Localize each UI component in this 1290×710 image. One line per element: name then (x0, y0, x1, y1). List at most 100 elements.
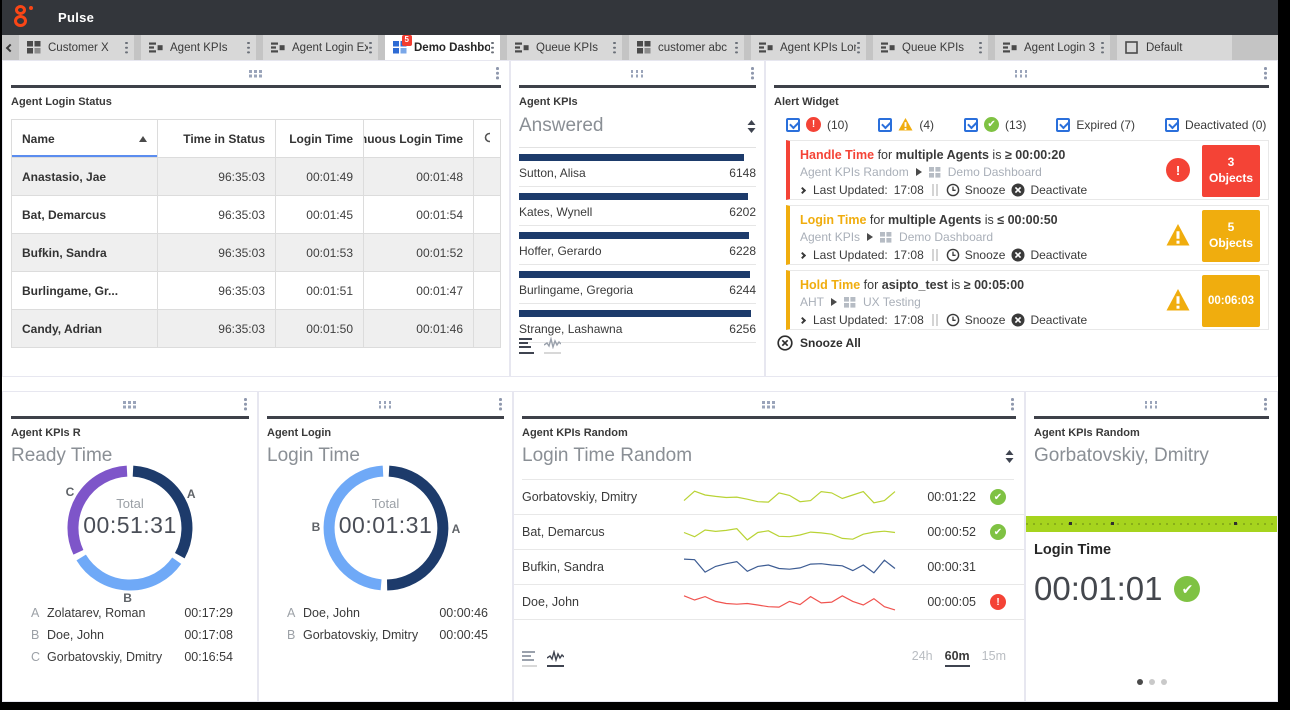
widget-header (3, 61, 509, 85)
tab-default[interactable]: Default (1117, 35, 1232, 60)
checkbox-checked-icon[interactable] (786, 118, 800, 132)
kpi-agent-name: Hoffer, Gerardo (519, 244, 602, 258)
column-header[interactable]: Time in Status (158, 120, 276, 157)
time-range-24h[interactable]: 24h (912, 649, 933, 667)
drag-handle-icon[interactable] (762, 401, 776, 409)
widget-menu-icon[interactable] (498, 397, 503, 411)
table-row[interactable]: Bat, Demarcus96:35:0300:01:4500:01:54 (12, 196, 500, 234)
column-header-name[interactable]: Name (12, 120, 158, 157)
deactivate-button[interactable]: Deactivate (1011, 313, 1087, 327)
alert-filter-ok[interactable]: ✔(13) (964, 117, 1026, 132)
bar-view-icon[interactable] (522, 650, 537, 667)
sort-icon[interactable] (1005, 450, 1014, 463)
widget-menu-icon[interactable] (243, 397, 248, 411)
alert-filter-deactivated-0[interactable]: Deactivated (0) (1165, 118, 1266, 132)
snooze-button[interactable]: Snooze (946, 248, 1006, 262)
tab-menu-icon[interactable] (1100, 41, 1105, 55)
card-value: 00:01:01 (1034, 570, 1162, 608)
page-dot-3[interactable] (1161, 679, 1167, 685)
tab-queue-kpis[interactable]: Queue KPIs (507, 35, 622, 60)
tab-menu-icon[interactable] (490, 41, 495, 55)
page-dot-1[interactable] (1137, 679, 1143, 685)
checkbox-checked-icon[interactable] (964, 118, 978, 132)
expand-chevron-icon[interactable] (799, 251, 806, 258)
drag-handle-icon[interactable] (379, 401, 393, 409)
tab-menu-icon[interactable] (612, 41, 617, 55)
alert-filter-expired-7[interactable]: Expired (7) (1056, 118, 1135, 132)
snooze-button[interactable]: Snooze (946, 313, 1006, 327)
tab-menu-icon[interactable] (734, 41, 739, 55)
time-range-60m[interactable]: 60m (945, 649, 970, 667)
tab-menu-icon[interactable] (368, 41, 373, 55)
column-header[interactable]: Continuous Login Time (364, 120, 474, 157)
column-header[interactable]: Login Time (276, 120, 364, 157)
kpi-bar (519, 271, 750, 278)
widget-menu-icon[interactable] (495, 66, 500, 80)
widget-rule (1034, 416, 1269, 419)
drag-handle-icon[interactable] (631, 70, 645, 78)
bar-view-icon[interactable] (519, 337, 534, 354)
tab-customer-abc[interactable]: customer abc (629, 35, 744, 60)
tab-queue-kpis[interactable]: Queue KPIs (873, 35, 988, 60)
table-row[interactable]: Candy, Adrian96:35:0300:01:5000:01:46 (12, 310, 500, 348)
drag-handle-icon[interactable] (1015, 70, 1029, 78)
warning-icon (1166, 288, 1190, 312)
drag-handle-icon[interactable] (1145, 401, 1159, 409)
critical-icon: ! (990, 594, 1006, 610)
tab-scroll-left-button[interactable] (2, 35, 16, 60)
tab-demo-dashboard[interactable]: 5Demo Dashboard (385, 35, 500, 60)
tab-menu-icon[interactable] (978, 41, 983, 55)
cell-value: 00:01:48 (364, 158, 474, 195)
pulse-app: Pulse Customer XAgent KPIsAgent Login Ex… (2, 0, 1278, 702)
clock-icon (946, 183, 960, 197)
widget-menu-icon[interactable] (1010, 397, 1015, 411)
sort-icon[interactable] (747, 120, 756, 133)
column-header-label: Name (22, 132, 55, 146)
alert-filter-warning[interactable]: (4) (878, 117, 934, 132)
time-range-15m[interactable]: 15m (982, 649, 1006, 667)
widget-menu-icon[interactable] (750, 66, 755, 80)
kpi-agent-name: Strange, Lashawna (519, 322, 622, 336)
snooze-button[interactable]: Snooze (946, 183, 1006, 197)
kpi-bar-list: Answered Sutton, Alisa6148Kates, Wynell6… (519, 111, 756, 343)
column-header-search[interactable] (474, 120, 500, 157)
tab-customer-x[interactable]: Customer X (19, 35, 134, 60)
alert-source: Agent KPIs (800, 230, 860, 244)
tab-agent-login-3[interactable]: Agent Login 3 (995, 35, 1110, 60)
tab-menu-icon[interactable] (246, 41, 251, 55)
checkbox-checked-icon[interactable] (878, 118, 892, 132)
tab-agent-kpis-long[interactable]: Agent KPIs Long (751, 35, 866, 60)
table-row[interactable]: Anastasio, Jae96:35:0300:01:4900:01:48 (12, 158, 500, 196)
segment-letter: C (66, 485, 75, 499)
expand-chevron-icon[interactable] (799, 186, 806, 193)
alert-filter-critical[interactable]: !(10) (786, 117, 848, 132)
checkbox-checked-icon[interactable] (1165, 118, 1179, 132)
widget-menu-icon[interactable] (1263, 397, 1268, 411)
grid-icon (27, 41, 41, 54)
table-row[interactable]: Burlingame, Gr...96:35:0300:01:5100:01:4… (12, 272, 500, 310)
tab-menu-icon[interactable] (124, 41, 129, 55)
pagination-dots (1026, 679, 1277, 685)
tab-menu-icon[interactable] (856, 41, 861, 55)
bar-chart-icon (522, 650, 537, 662)
deactivate-button[interactable]: Deactivate (1011, 248, 1087, 262)
tab-agent-kpis[interactable]: Agent KPIs (141, 35, 256, 60)
tab-agent-login-exten[interactable]: Agent Login Exten (263, 35, 378, 60)
deactivate-button[interactable]: Deactivate (1011, 183, 1087, 197)
sparkline-row: Bat, Demarcus00:00:52✔ (514, 515, 1024, 550)
widget-menu-icon[interactable] (1263, 66, 1268, 80)
cell-search (474, 196, 500, 233)
kpi-items: Sutton, Alisa6148Kates, Wynell6202Hoffer… (519, 148, 756, 343)
sort-updown-icon (747, 120, 756, 133)
table-row[interactable]: Bufkin, Sandra96:35:0300:01:5300:01:52 (12, 234, 500, 272)
checkbox-checked-icon[interactable] (1056, 118, 1070, 132)
sparkline-view-icon[interactable] (544, 337, 561, 354)
drag-handle-icon[interactable] (249, 70, 263, 78)
expand-chevron-icon[interactable] (799, 316, 806, 323)
snooze-all-button[interactable]: Snooze All (777, 335, 1269, 351)
drag-handle-icon[interactable] (123, 401, 137, 409)
page-dot-2[interactable] (1149, 679, 1155, 685)
word: is (989, 148, 1005, 162)
sparkline-view-icon[interactable] (547, 650, 564, 667)
search-icon (484, 132, 490, 146)
